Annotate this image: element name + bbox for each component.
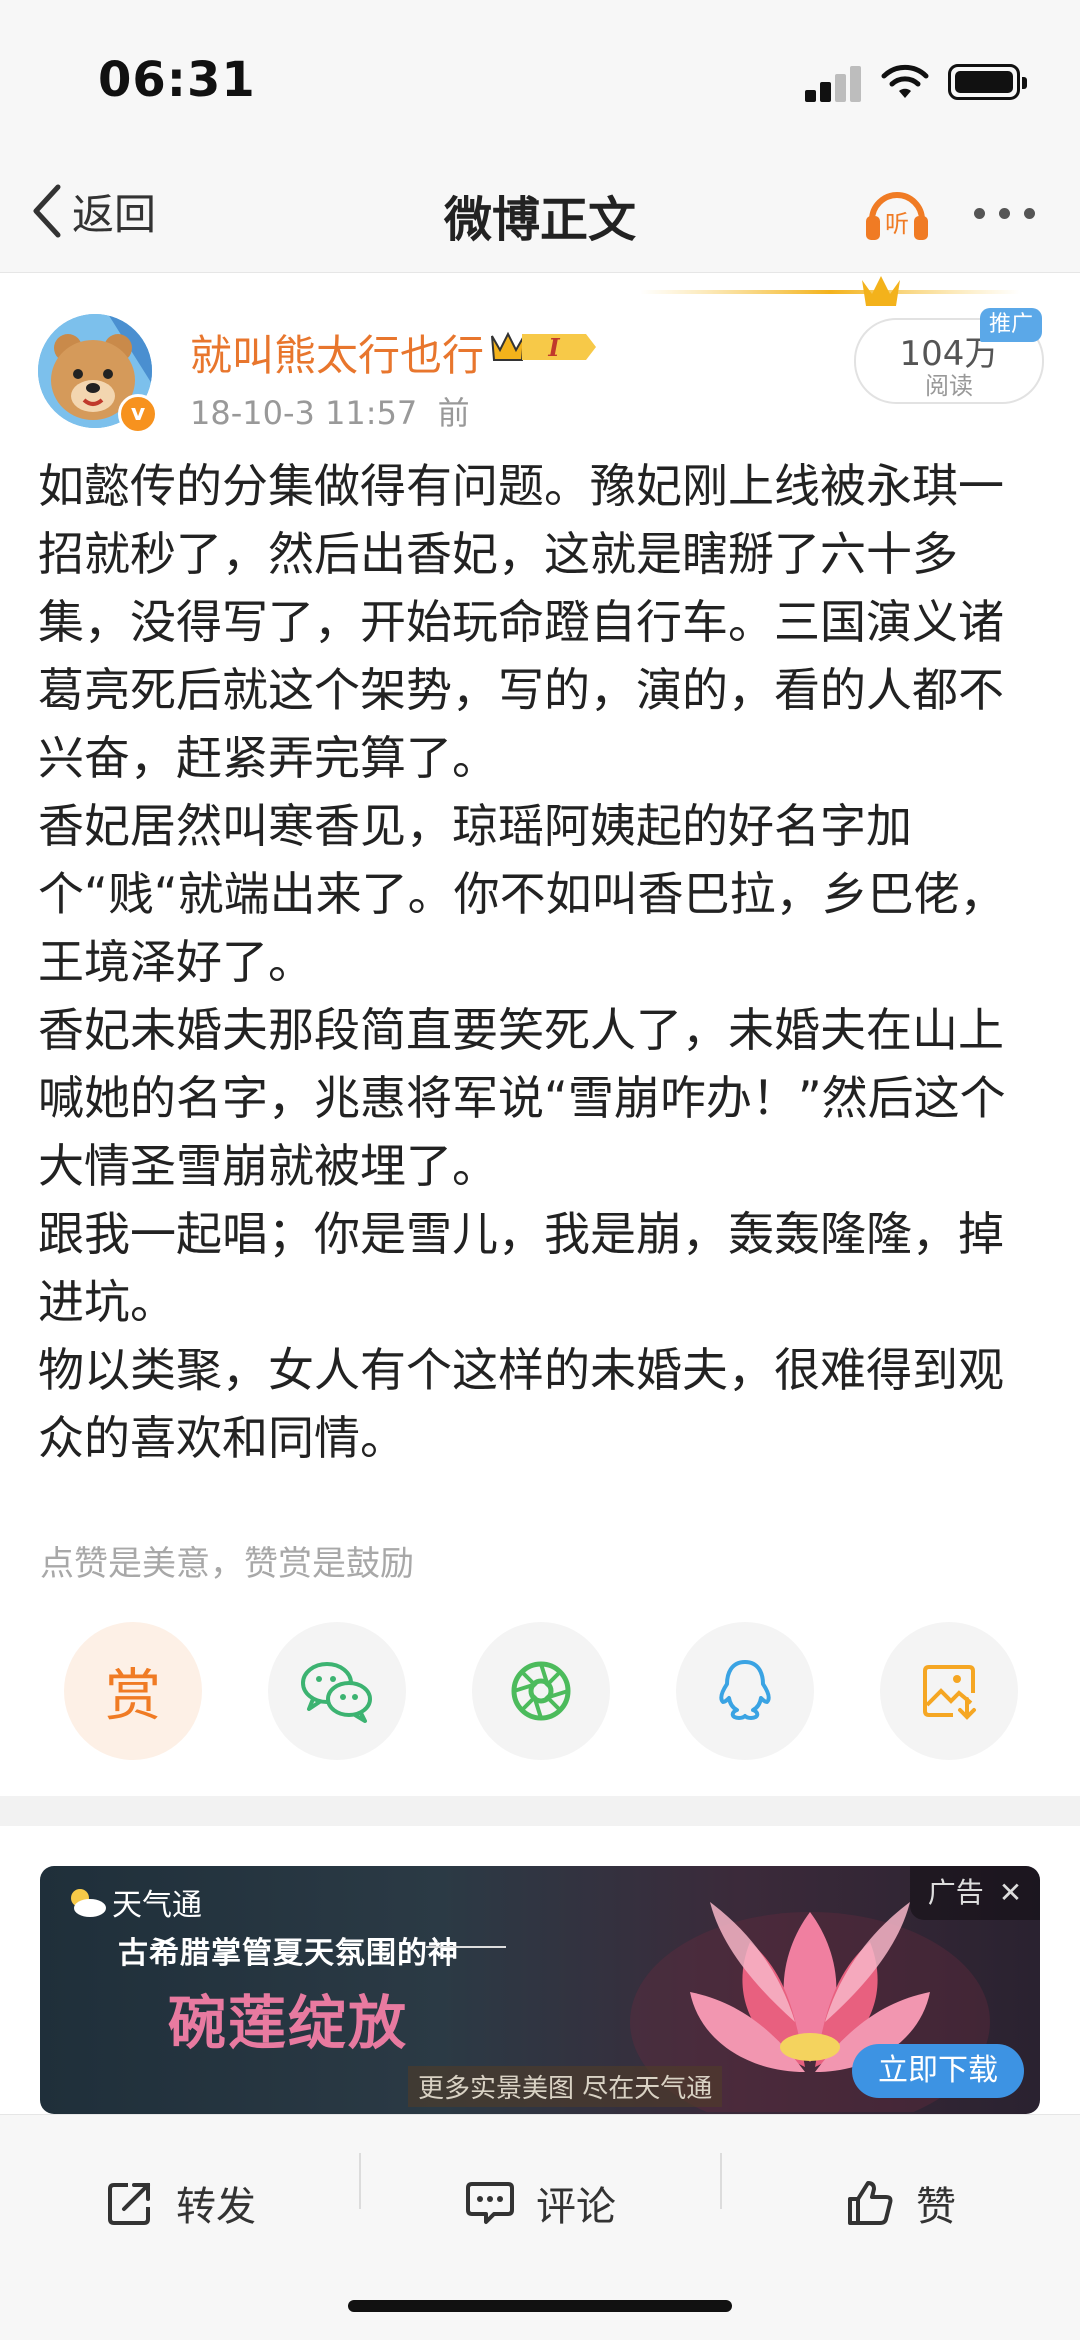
listen-headphones-icon[interactable]: 听 [862,178,932,248]
post-paragraph: 如懿传的分集做得有问题。豫妃刚上线被永琪一招就秒了，然后出香妃，这就是瞎掰了六十… [38,459,1004,785]
status-bar: 06:31 [0,0,1080,150]
ad-download-button[interactable]: 立即下载 [852,2044,1024,2098]
ad-banner[interactable]: 天气通 古希腊掌管夏天氛围的神 碗莲绽放 更多实景美图 尽在天气通 广告 ✕ 立… [40,1866,1040,2114]
section-separator [0,1796,1080,1826]
ad-close-button[interactable]: 广告 ✕ [910,1866,1040,1920]
ad-divider [426,1946,506,1948]
crown-icon [862,276,900,306]
read-label: 阅读 [925,372,973,400]
post-paragraph: 香妃居然叫寒香见，琼瑶阿姨起的好名字加个“贱“就端出来了。你不如叫香巴拉，乡巴佬… [38,799,1006,989]
battery-icon [948,64,1027,100]
level-text: I [547,333,560,362]
more-menu-button[interactable] [974,208,1035,219]
comment-button[interactable]: 评论 [466,2151,616,2255]
save-image-button[interactable] [880,1622,1018,1760]
post-time-suffix: 前 [437,394,470,432]
reward-icon: 赏 [105,1663,161,1729]
wifi-icon [881,64,929,98]
post-content: 如懿传的分集做得有问题。豫妃刚上线被永琪一招就秒了，然后出香妃，这就是瞎掰了六十… [38,452,1048,1472]
bar-divider [359,2153,361,2209]
ad-subtitle: 更多实景美图 尽在天气通 [408,2066,723,2107]
post-paragraph: 跟我一起唱；你是雪儿，我是崩，轰轰隆隆，掉进坑。 [38,1207,1004,1329]
ad-title: 碗莲绽放 [168,1989,409,2057]
ad-label: 广告 [927,1876,984,1909]
wechat-icon [301,1662,372,1723]
share-moments-button[interactable] [472,1622,610,1760]
weather-sun-cloud-icon [71,1889,106,1917]
cellular-signal-icon [805,66,861,102]
like-button[interactable]: 赞 [846,2151,956,2255]
listen-label: 听 [885,210,909,238]
post-timestamp: 18-10-3 11:57 [190,394,418,432]
comment-label: 评论 [536,2184,616,2230]
ad-brand-name: 天气通 [112,1888,202,1923]
share-qq-button[interactable] [676,1622,814,1760]
post-paragraph: 物以类聚，女人有个这样的未婚夫，很难得到观众的喜欢和同情。 [38,1343,1004,1465]
moments-icon [511,1661,571,1721]
ad-headline: 古希腊掌管夏天氛围的神 [118,1936,459,1971]
close-icon: ✕ [998,1876,1023,1909]
like-label: 赞 [916,2184,956,2230]
repost-icon [108,2183,150,2225]
reward-button[interactable]: 赏 [64,1622,202,1760]
home-indicator[interactable] [348,2300,732,2312]
decorative-gold-line [640,290,1020,294]
member-level-badge[interactable]: I [488,326,600,368]
status-time: 06:31 [98,52,256,108]
save-image-icon [923,1665,976,1720]
repost-label: 转发 [176,2184,256,2230]
share-wechat-button[interactable] [268,1622,406,1760]
reward-tip: 点赞是美意，赞赏是鼓励 [40,1544,414,1584]
post-paragraph: 香妃未婚夫那段简直要笑死人了，未婚夫在山上喊她的名字，兆惠将军说“雪崩咋办！”然… [38,1003,1006,1193]
nav-bar: 返回 微博正文 听 [0,150,1080,273]
promoted-tag: 推广 [980,308,1042,342]
qq-icon [719,1660,771,1720]
verified-badge: v [118,394,158,434]
thumbs-up-icon [848,2181,893,2225]
post-time: 18-10-3 11:57 前 [190,388,470,434]
comment-icon [466,2182,514,2224]
ad-brand: 天气通 [64,1880,202,1924]
bar-divider [720,2153,722,2209]
author-name[interactable]: 就叫熊太行也行 [190,322,484,383]
repost-button[interactable]: 转发 [106,2151,256,2255]
